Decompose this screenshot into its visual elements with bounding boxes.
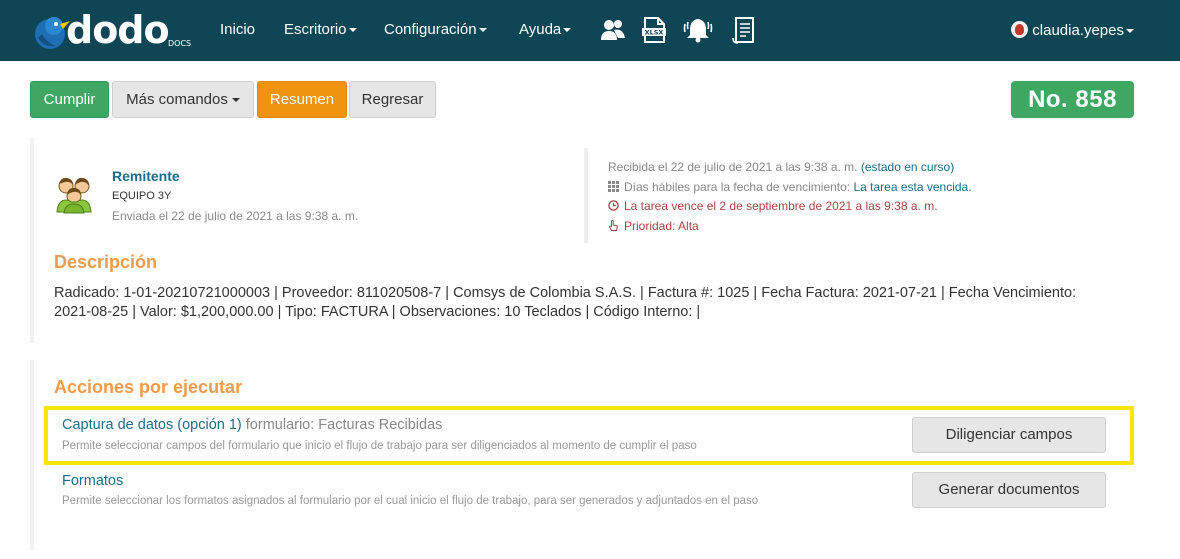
received-line: Recibida el 22 de julio de 2021 a las 9:…	[608, 160, 954, 174]
due-line: La tarea vence el 2 de septiembre de 202…	[608, 199, 938, 213]
document-list-icon[interactable]	[731, 16, 757, 44]
avatar	[1011, 21, 1029, 38]
formatos-link[interactable]: Formatos	[62, 473, 123, 489]
panel-left-border	[30, 138, 34, 343]
users-icon[interactable]	[600, 16, 626, 44]
xlsx-file-icon[interactable]: XLSX	[641, 16, 667, 44]
nav-escritorio-label: Escritorio	[284, 21, 347, 38]
bell-icon[interactable]	[683, 16, 713, 44]
chevron-down-icon	[478, 28, 487, 33]
descripcion-text: Radicado: 1-01-20210721000003 | Proveedo…	[54, 285, 1077, 320]
captura-desc: Permite seleccionar campos del formulari…	[62, 440, 697, 452]
remitente-label[interactable]: Remitente	[112, 168, 180, 184]
task-number-badge: No. 858	[1011, 81, 1134, 118]
mas-comandos-button[interactable]: Más comandos	[112, 81, 254, 118]
vertical-divider	[584, 148, 588, 243]
generar-documentos-button[interactable]: Generar documentos	[912, 472, 1106, 508]
formatos-desc: Permite seleccionar los formatos asignad…	[62, 495, 759, 507]
priority-value: Prioridad: Alta	[624, 219, 699, 233]
bird-logo-icon	[35, 17, 70, 49]
received-date: Recibida el 22 de julio de 2021 a las 9:…	[608, 160, 858, 174]
top-navbar: dodo DOCS Inicio Escritorio Configuració…	[0, 0, 1180, 61]
descripcion-title: Descripción	[54, 252, 158, 272]
priority-line: Prioridad: Alta	[608, 219, 699, 233]
nav-inicio-label: Inicio	[220, 21, 256, 38]
business-days-value[interactable]: La tarea esta vencida.	[853, 180, 971, 194]
nav-configuracion-label: Configuración	[384, 21, 477, 38]
captura-link[interactable]: Captura de datos (opción 1)	[62, 417, 242, 433]
business-days-label: Días hábiles para la fecha de vencimient…	[624, 180, 851, 194]
chevron-down-icon	[1126, 29, 1134, 34]
chevron-down-icon	[563, 28, 572, 33]
chevron-down-icon	[348, 28, 357, 33]
svg-text:XLSX: XLSX	[645, 29, 664, 37]
clock-icon	[608, 200, 619, 211]
resumen-button[interactable]: Resumen	[257, 81, 347, 118]
user-name: claudia.yepes	[1032, 22, 1124, 39]
cumplir-button[interactable]: Cumplir	[30, 81, 109, 118]
acciones-title: Acciones por ejecutar	[54, 377, 243, 397]
nav-ayuda[interactable]: Ayuda	[519, 21, 572, 38]
due-date: La tarea vence el 2 de septiembre de 202…	[624, 199, 938, 213]
panel-left-border	[30, 360, 34, 550]
business-days-line: Días hábiles para la fecha de vencimient…	[608, 180, 972, 194]
logo-wordmark: dodo	[66, 8, 170, 52]
sent-date: Enviada el 22 de julio de 2021 a las 9:3…	[112, 209, 359, 223]
resumen-label: Resumen	[269, 91, 335, 108]
diligenciar-campos-button[interactable]: Diligenciar campos	[912, 417, 1106, 453]
regresar-label: Regresar	[361, 91, 424, 108]
mas-comandos-label: Más comandos	[126, 91, 228, 108]
sender-team: EQUIPO 3Y	[112, 190, 172, 202]
grid-icon	[608, 181, 619, 192]
dodo-logo[interactable]: dodo DOCS	[30, 8, 195, 54]
nav-ayuda-label: Ayuda	[519, 21, 562, 38]
captura-form-name: formulario: Facturas Recibidas	[245, 417, 443, 433]
user-menu[interactable]: claudia.yepes	[1011, 21, 1134, 39]
status-link[interactable]: (estado en curso)	[861, 160, 954, 174]
chevron-down-icon	[231, 98, 240, 103]
logo-subtext: DOCS	[168, 39, 192, 48]
nav-escritorio[interactable]: Escritorio	[284, 21, 357, 38]
cumplir-label: Cumplir	[43, 91, 96, 108]
nav-inicio[interactable]: Inicio	[220, 21, 255, 38]
action-formatos: Formatos	[62, 473, 123, 489]
group-users-icon	[56, 177, 92, 214]
hand-pointer-icon	[608, 220, 618, 231]
action-captura: Captura de datos (opción 1) formulario: …	[62, 417, 442, 433]
regresar-button[interactable]: Regresar	[349, 81, 436, 118]
nav-configuracion[interactable]: Configuración	[384, 21, 487, 38]
